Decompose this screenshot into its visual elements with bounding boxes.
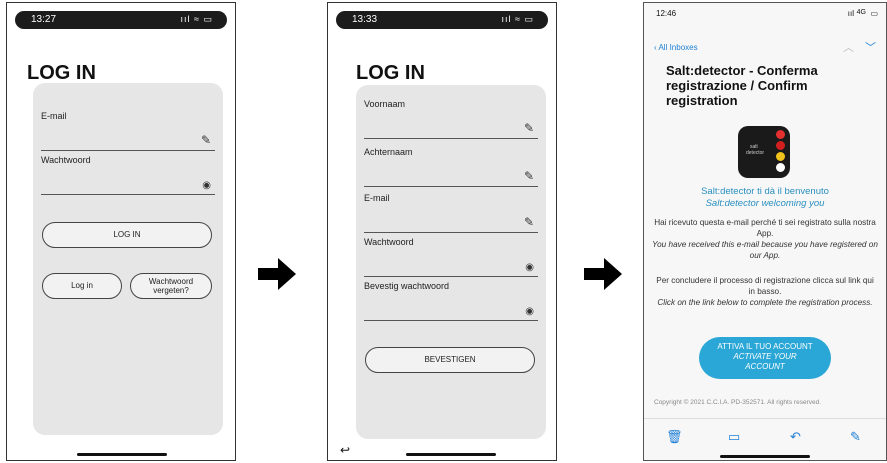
reply-icon[interactable]: ↶ — [790, 429, 801, 445]
signal-icon: ııl — [847, 9, 854, 18]
home-indicator — [406, 453, 496, 456]
back-to-inboxes-link[interactable]: ‹ All Inboxes — [654, 43, 698, 52]
battery-icon: ▭ — [870, 9, 878, 18]
activate-account-button[interactable]: ATTIVA IL TUO ACCOUNT ACTIVATE YOUR ACCO… — [699, 337, 831, 379]
page-title: LOG IN — [27, 62, 96, 84]
status-bar: 13:27 ııl ≈ ▭ — [15, 11, 227, 29]
phone-login: 13:27 ııl ≈ ▭ LOG IN E-mail ✎ Wachtwoord… — [6, 2, 236, 461]
welcome-it: Salt:detector ti dà il benvenuto — [701, 186, 829, 197]
status-icons: ııl ≈ ▭ — [501, 14, 534, 24]
email-screen: 12:46 ııl 4G ▭ ‹ All Inboxes ︿ ﹀ Salt:de… — [643, 2, 887, 461]
email-label: E-mail — [41, 111, 67, 121]
cta-line-1: ATTIVA IL TUO ACCOUNT — [717, 342, 813, 351]
arrow-right-icon — [258, 258, 296, 290]
back-icon[interactable]: ↩ — [340, 443, 350, 457]
password-label: Wachtwoord — [364, 237, 414, 247]
folder-icon[interactable]: ▭ — [728, 429, 740, 445]
status-time: 13:33 — [352, 14, 378, 25]
login-link-button[interactable]: Log in — [42, 273, 122, 299]
confirm-password-field[interactable]: Bevestig wachtwoord ◉ — [364, 281, 538, 321]
para2-en: Click on the link below to complete the … — [657, 298, 873, 307]
copyright-footer: Copyright © 2021 C.C.I.A. PD-352571. All… — [654, 399, 822, 406]
welcome-text: Salt:detector ti dà il benvenuto Salt:de… — [654, 186, 876, 210]
paragraph-2: Per concludere il processo di registrazi… — [652, 275, 878, 308]
home-indicator — [77, 453, 167, 456]
edit-icon: ✎ — [523, 121, 534, 135]
logo-dot-red — [776, 130, 785, 139]
logo-text-2: detector — [746, 150, 765, 156]
last-name-field[interactable]: Achternaam ✎ — [364, 147, 538, 187]
password-label: Wachtwoord — [41, 155, 91, 165]
cta-line-2: ACTIVATE YOUR — [733, 352, 797, 361]
email-field[interactable]: E-mail ✎ — [41, 111, 215, 151]
login-card: E-mail ✎ Wachtwoord ◉ LOG IN Log in Wach… — [33, 83, 223, 435]
first-name-field[interactable]: Voornaam ✎ — [364, 99, 538, 139]
arrow-right-icon — [584, 258, 622, 290]
mail-toolbar: 🗑 ▭ ↶ ✎ — [644, 418, 886, 459]
first-name-label: Voornaam — [364, 99, 406, 109]
chevron-up-icon[interactable]: ︿ — [843, 39, 854, 55]
status-bar: 12:46 ııl 4G ▭ — [650, 6, 880, 20]
paragraph-1: Hai ricevuto questa e-mail perché ti sei… — [652, 217, 878, 261]
forgot-password-button[interactable]: Wachtwoord vergeten? — [130, 273, 212, 299]
para1-en: You have received this e-mail because yo… — [652, 240, 878, 260]
status-time: 13:27 — [31, 14, 57, 25]
password-field[interactable]: Wachtwoord ◉ — [41, 155, 215, 195]
compose-icon[interactable]: ✎ — [850, 429, 861, 445]
back-label: All Inboxes — [658, 43, 698, 52]
network-label: 4G — [856, 9, 866, 16]
eye-icon[interactable]: ◉ — [202, 180, 211, 191]
status-icons: ııl ≈ ▭ — [180, 14, 213, 24]
register-card: Voornaam ✎ Achternaam ✎ E-mail ✎ Wachtwo… — [356, 85, 546, 439]
confirm-button[interactable]: BEVESTIGEN — [365, 347, 535, 373]
last-name-label: Achternaam — [364, 147, 413, 157]
logo-dot-white — [776, 163, 785, 172]
login-button[interactable]: LOG IN — [42, 222, 212, 248]
password-field[interactable]: Wachtwoord ◉ — [364, 237, 538, 277]
para1-it: Hai ricevuto questa e-mail perché ti sei… — [654, 218, 876, 238]
email-label: E-mail — [364, 193, 390, 203]
status-time: 12:46 — [656, 9, 677, 18]
eye-icon[interactable]: ◉ — [525, 306, 534, 317]
eye-icon[interactable]: ◉ — [525, 262, 534, 273]
trash-icon[interactable]: 🗑 — [666, 429, 683, 445]
status-bar: 13:33 ııl ≈ ▭ — [336, 11, 548, 29]
page-title: LOG IN — [356, 62, 425, 84]
edit-icon: ✎ — [200, 133, 211, 147]
phone-register: 13:33 ııl ≈ ▭ LOG IN Voornaam ✎ Achterna… — [327, 2, 557, 461]
logo-dot-red — [776, 141, 785, 150]
forgot-label-2: vergeten? — [153, 286, 189, 295]
email-subject: Salt:detector - Conferma registrazione /… — [666, 63, 818, 108]
edit-icon: ✎ — [523, 169, 534, 183]
confirm-password-label: Bevestig wachtwoord — [364, 281, 450, 291]
forgot-label-1: Wachtwoord — [148, 277, 194, 286]
logo-dot-yellow — [776, 152, 785, 161]
para2-it: Per concludere il processo di registrazi… — [656, 276, 874, 296]
app-logo: salt detector — [738, 126, 790, 178]
edit-icon: ✎ — [523, 215, 534, 229]
home-indicator — [720, 455, 810, 458]
email-field[interactable]: E-mail ✎ — [364, 193, 538, 233]
cta-line-3: ACCOUNT — [745, 362, 785, 371]
welcome-en: Salt:detector welcoming you — [705, 198, 825, 209]
chevron-down-icon[interactable]: ﹀ — [865, 39, 876, 55]
